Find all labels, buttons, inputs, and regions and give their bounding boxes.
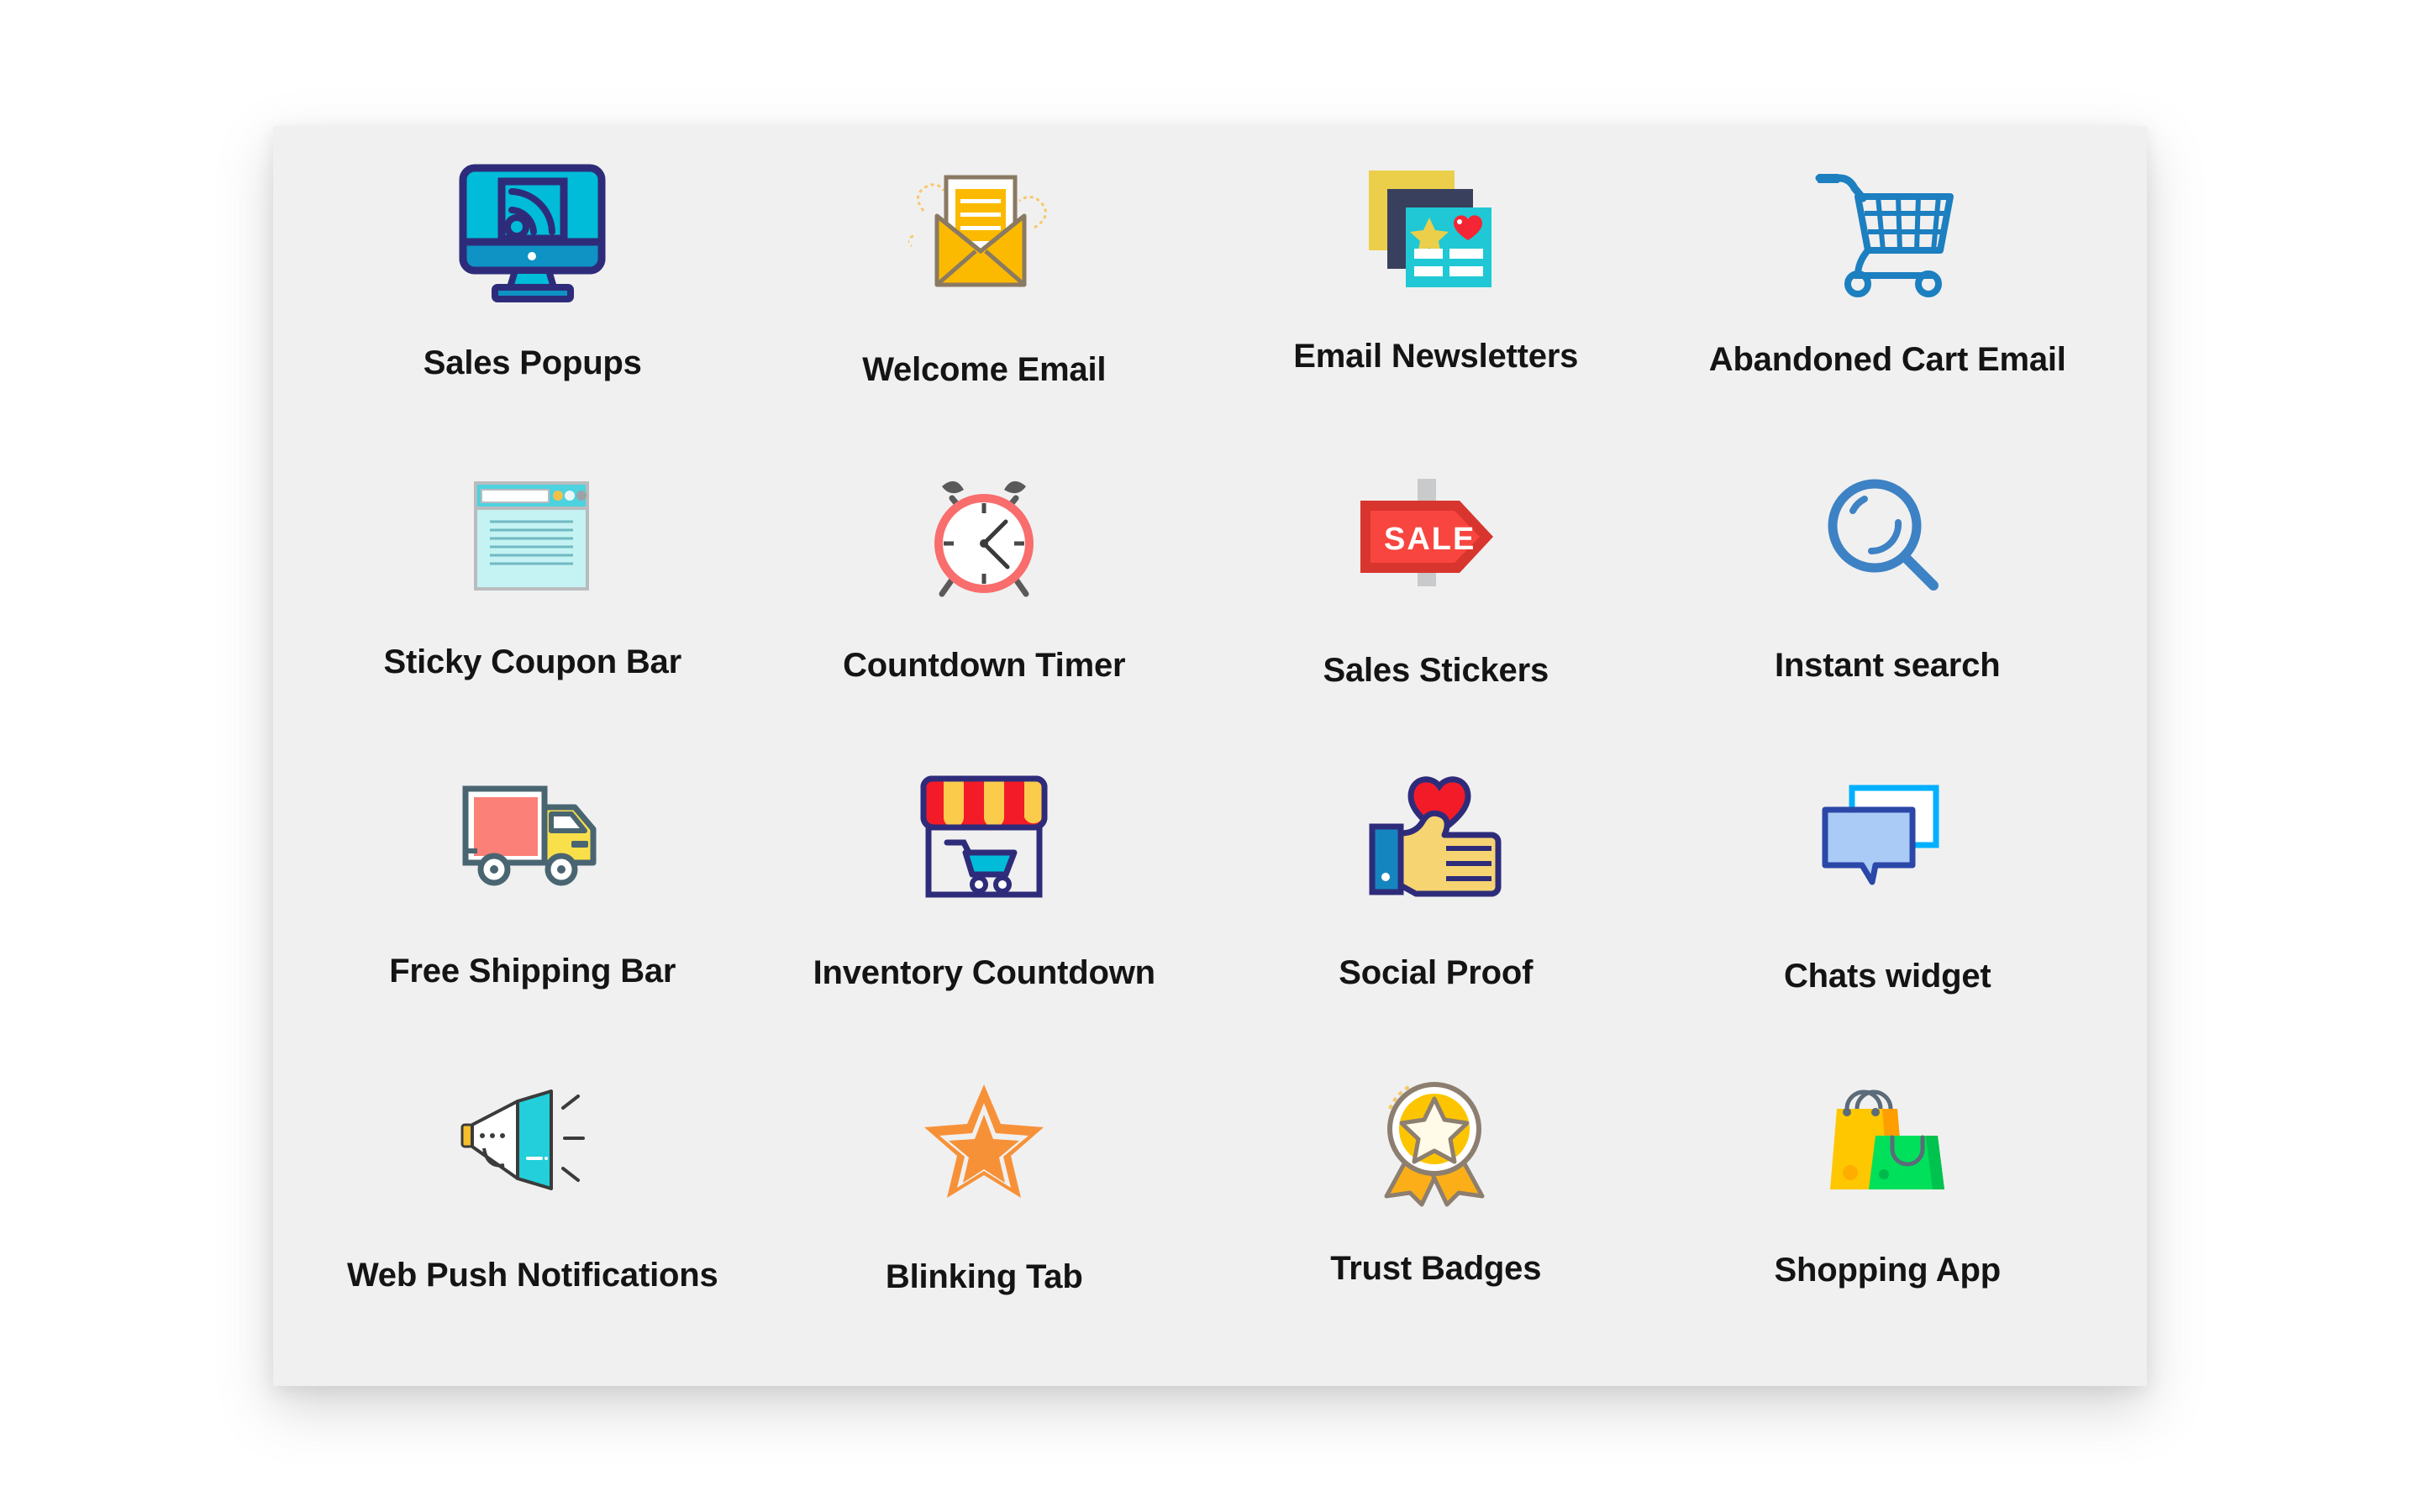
feature-item-web-push-notifications[interactable]: Web Push Notifications <box>307 1062 759 1364</box>
feature-item-blinking-tab[interactable]: Blinking Tab <box>759 1062 1211 1364</box>
feature-item-shopping-app[interactable]: Shopping App <box>1662 1062 2114 1364</box>
star-outline-icon <box>921 1062 1047 1221</box>
feature-label: Social Proof <box>1339 954 1534 991</box>
browser-window-icon <box>471 457 593 617</box>
feature-label: Sticky Coupon Bar <box>383 643 682 680</box>
feature-label: Welcome Email <box>862 351 1107 388</box>
feature-item-sales-popups[interactable]: Sales Popups <box>307 155 759 457</box>
feature-label: Shopping App <box>1774 1252 2002 1289</box>
shopping-bags-icon <box>1820 1062 1954 1221</box>
feature-label: Inventory Countdown <box>813 954 1155 991</box>
feature-label: Web Push Notifications <box>346 1257 718 1294</box>
feature-label: Trust Badges <box>1330 1250 1542 1287</box>
open-envelope-icon <box>908 155 1060 314</box>
feature-item-welcome-email[interactable]: Welcome Email <box>759 155 1211 457</box>
feature-label: Sales Stickers <box>1323 652 1549 689</box>
feature-label: Instant search <box>1775 647 2001 684</box>
feature-label: Sales Popups <box>423 344 642 381</box>
feature-item-sales-stickers[interactable]: SALE Sales Stickers <box>1210 457 1662 759</box>
feature-item-instant-search[interactable]: Instant search <box>1662 457 2114 759</box>
feature-item-social-proof[interactable]: Social Proof <box>1210 759 1662 1062</box>
feature-item-trust-badges[interactable]: Trust Badges <box>1210 1062 1662 1364</box>
alarm-clock-icon <box>917 457 1051 617</box>
award-medal-icon <box>1373 1062 1499 1221</box>
feature-item-abandoned-cart-email[interactable]: Abandoned Cart Email <box>1662 155 2114 457</box>
chat-bubbles-icon <box>1820 759 1954 919</box>
thumbs-up-heart-icon <box>1369 759 1503 919</box>
stacked-cards-icon <box>1362 155 1509 314</box>
feature-label: Blinking Tab <box>885 1258 1083 1295</box>
shopping-cart-icon <box>1814 155 1961 314</box>
megaphone-icon <box>459 1062 606 1221</box>
page-root: Sales Popups Welcome Email Email Newslet… <box>0 0 2420 1512</box>
feature-label: Countdown Timer <box>843 647 1126 684</box>
feature-label: Abandoned Cart Email <box>1708 341 2066 378</box>
shop-awning-cart-icon <box>917 759 1051 919</box>
feature-label: Chats widget <box>1783 958 1991 995</box>
feature-grid-panel: Sales Popups Welcome Email Email Newslet… <box>273 126 2147 1386</box>
feature-item-countdown-timer[interactable]: Countdown Timer <box>759 457 1211 759</box>
feature-item-free-shipping-bar[interactable]: Free Shipping Bar <box>307 759 759 1062</box>
feature-item-inventory-countdown[interactable]: Inventory Countdown <box>759 759 1211 1062</box>
monitor-rss-icon <box>455 155 610 314</box>
sale-sign-text: SALE <box>1384 522 1476 557</box>
feature-item-email-newsletters[interactable]: Email Newsletters <box>1210 155 1662 457</box>
feature-label: Email Newsletters <box>1293 338 1579 375</box>
feature-grid: Sales Popups Welcome Email Email Newslet… <box>273 126 2147 1386</box>
feature-item-sticky-coupon-bar[interactable]: Sticky Coupon Bar <box>307 457 759 759</box>
magnifier-icon <box>1823 457 1953 617</box>
sale-sign-icon: SALE <box>1352 457 1520 617</box>
feature-label: Free Shipping Bar <box>389 953 676 990</box>
feature-item-chats-widget[interactable]: Chats widget <box>1662 759 2114 1062</box>
delivery-truck-icon <box>459 759 606 919</box>
